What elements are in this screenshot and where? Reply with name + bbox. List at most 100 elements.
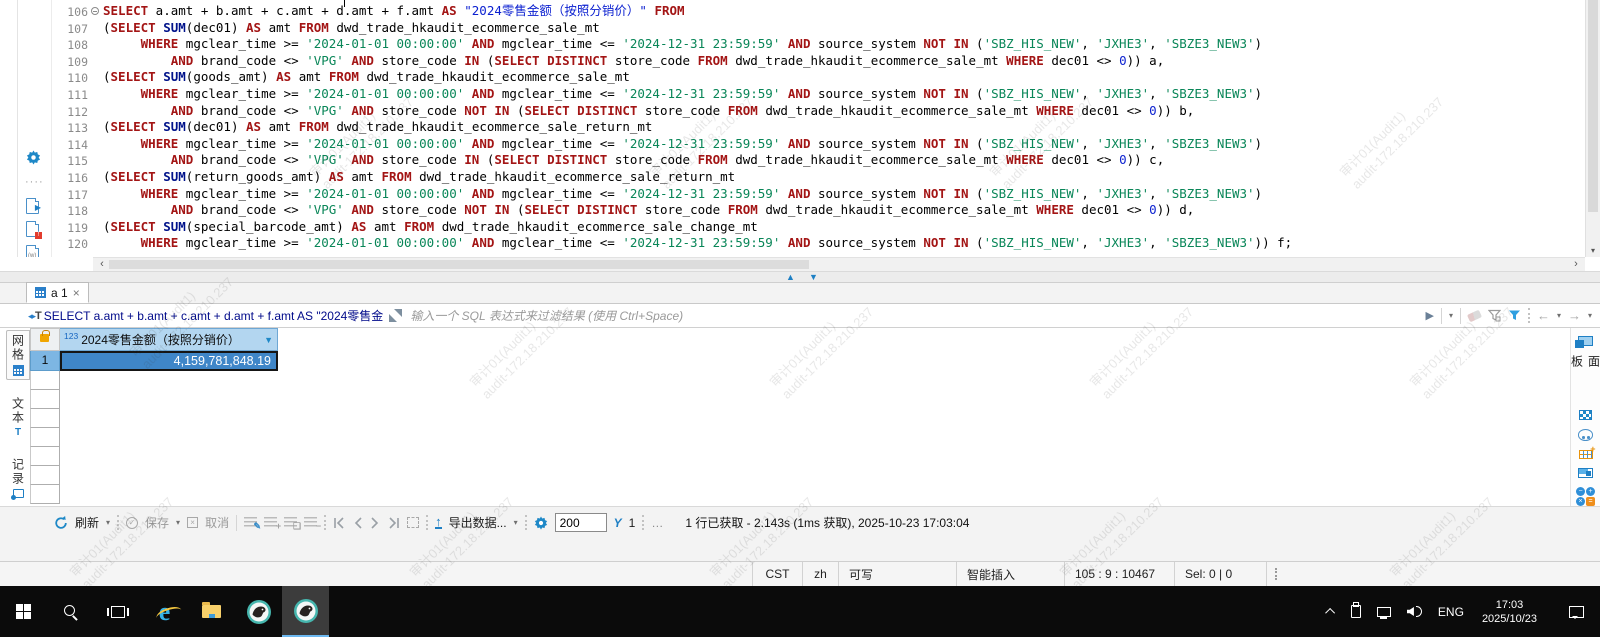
layout-icon[interactable] bbox=[1578, 468, 1593, 478]
column-dropdown-icon[interactable]: ▼ bbox=[264, 335, 273, 345]
usb-tray-button[interactable] bbox=[1345, 586, 1367, 637]
metadata-icon[interactable] bbox=[1578, 429, 1593, 440]
column-header[interactable]: 123 2024零售金额（按照分销价） ▼ bbox=[60, 328, 278, 351]
save-button[interactable]: 保存 bbox=[145, 514, 169, 531]
code-line[interactable]: 110(SELECT SUM(goods_amt) AS amt FROM dw… bbox=[52, 69, 1585, 86]
next-row-icon[interactable] bbox=[370, 517, 380, 529]
code-line[interactable]: 119(SELECT SUM(special_barcode_amt) AS a… bbox=[52, 219, 1585, 236]
editor-horizontal-scrollbar[interactable]: ‹ › bbox=[0, 257, 1600, 271]
back-icon[interactable]: ← bbox=[1537, 308, 1550, 323]
code-line[interactable]: 114 WHERE mgclear_time >= '2024-01-01 00… bbox=[52, 136, 1585, 153]
editor-vertical-scrollbar[interactable]: ▾ bbox=[1585, 0, 1600, 257]
network-tray-button[interactable] bbox=[1371, 586, 1397, 637]
code-line[interactable]: 106SELECT a.amt + b.amt + c.amt + d.amt … bbox=[52, 3, 1585, 20]
editor-gear-icon[interactable] bbox=[26, 150, 41, 165]
fold-margin[interactable] bbox=[88, 3, 103, 20]
drag-handle-dots[interactable]: ···· bbox=[25, 176, 44, 188]
save-dropdown-icon[interactable]: ▾ bbox=[176, 518, 180, 527]
scrollbar-thumb[interactable] bbox=[1588, 0, 1598, 212]
add-row-icon[interactable]: + bbox=[264, 517, 277, 528]
refresh-icon[interactable] bbox=[54, 516, 68, 530]
empty-row[interactable] bbox=[30, 428, 60, 447]
export-data-button[interactable]: 导出数据... bbox=[449, 514, 507, 531]
language-indicator[interactable]: zh bbox=[802, 562, 838, 586]
tab-text-view[interactable]: 文本 T bbox=[6, 394, 30, 441]
code-line[interactable]: 111 WHERE mgclear_time >= '2024-01-01 00… bbox=[52, 86, 1585, 103]
code-line[interactable]: 115 AND brand_code <> 'VPG' AND store_co… bbox=[52, 152, 1585, 169]
start-button[interactable] bbox=[0, 586, 47, 637]
filter-placeholder[interactable]: 输入一个 SQL 表达式来过滤结果 (使用 Ctrl+Space) bbox=[410, 307, 683, 324]
settings-gear-icon[interactable] bbox=[534, 516, 548, 530]
selection-indicator[interactable]: Sel: 0 | 0 bbox=[1174, 562, 1266, 586]
dbeaver-taskbar-button[interactable] bbox=[235, 586, 282, 637]
code-line[interactable]: 113(SELECT SUM(dec01) AS amt FROM dwd_tr… bbox=[52, 119, 1585, 136]
code-area[interactable]: 106SELECT a.amt + b.amt + c.amt + d.amt … bbox=[52, 0, 1585, 257]
value-viewer-icon[interactable] bbox=[1579, 410, 1592, 420]
code-line[interactable]: 108 WHERE mgclear_time >= '2024-01-01 00… bbox=[52, 36, 1585, 53]
empty-row[interactable] bbox=[30, 466, 60, 485]
back-dropdown-icon[interactable]: ▾ bbox=[1557, 311, 1561, 320]
writable-indicator[interactable]: 可写 bbox=[838, 562, 956, 586]
last-row-icon[interactable] bbox=[387, 517, 400, 529]
scrollbar-track[interactable]: ‹ › bbox=[93, 257, 1585, 271]
edit-cell-icon[interactable]: ✎ bbox=[244, 517, 257, 528]
apply-filter-icon[interactable]: ▶ bbox=[1425, 309, 1433, 322]
custom-filter-icon[interactable] bbox=[1508, 309, 1521, 322]
file-explorer-button[interactable] bbox=[188, 586, 235, 637]
dbeaver-taskbar-button-active[interactable] bbox=[282, 586, 329, 637]
aggregate-icon[interactable]: − + × = bbox=[1576, 487, 1595, 506]
task-view-button[interactable] bbox=[94, 586, 141, 637]
scroll-left-arrow[interactable]: ‹ bbox=[95, 258, 109, 271]
empty-row[interactable] bbox=[30, 371, 60, 390]
refresh-dropdown-icon[interactable]: ▾ bbox=[106, 518, 110, 527]
code-line[interactable]: 109 AND brand_code <> 'VPG' AND store_co… bbox=[52, 53, 1585, 70]
cancel-button[interactable]: 取消 bbox=[205, 514, 229, 531]
code-line[interactable]: 117 WHERE mgclear_time >= '2024-01-01 00… bbox=[52, 186, 1585, 203]
scroll-down-arrow[interactable]: ▾ bbox=[1586, 246, 1600, 256]
empty-row[interactable] bbox=[30, 390, 60, 409]
fetch-page-icon[interactable] bbox=[407, 517, 419, 528]
script-output-icon[interactable]: ▶ bbox=[26, 198, 39, 214]
keyboard-language-button[interactable]: ENG bbox=[1432, 586, 1470, 637]
scrollbar-thumb[interactable] bbox=[109, 260, 809, 269]
tray-expand-button[interactable] bbox=[1322, 586, 1341, 637]
empty-row[interactable] bbox=[30, 485, 60, 504]
selected-cell-value[interactable]: 4,159,781,848.19 bbox=[60, 351, 278, 371]
tab-grid-view[interactable]: 网格 bbox=[6, 330, 30, 380]
code-line[interactable]: 112 AND brand_code <> 'VPG' AND store_co… bbox=[52, 103, 1585, 120]
internet-explorer-button[interactable]: e bbox=[141, 586, 188, 637]
fetch-segment-icon[interactable]: Y bbox=[614, 516, 622, 530]
row-header-corner[interactable] bbox=[30, 328, 60, 351]
code-line[interactable]: 107(SELECT SUM(dec01) AS amt FROM dwd_tr… bbox=[52, 20, 1585, 37]
volume-tray-button[interactable] bbox=[1401, 586, 1428, 637]
panels-icon[interactable] bbox=[1578, 336, 1593, 346]
empty-row[interactable] bbox=[30, 447, 60, 466]
scroll-right-arrow[interactable]: › bbox=[1569, 258, 1583, 271]
row-number[interactable]: 1 bbox=[30, 351, 60, 371]
editor-results-sash[interactable]: ▲ ▼ bbox=[0, 271, 1600, 283]
sash-maximize-icon[interactable]: ▲ bbox=[786, 271, 795, 283]
code-line[interactable]: 118 AND brand_code <> 'VPG' AND store_co… bbox=[52, 202, 1585, 219]
tab-record-view[interactable]: 记录 bbox=[6, 455, 30, 501]
forward-dropdown-icon[interactable]: ▾ bbox=[1588, 311, 1592, 320]
action-center-button[interactable] bbox=[1549, 586, 1590, 637]
remove-filter-icon[interactable] bbox=[1488, 309, 1501, 322]
forward-icon[interactable]: → bbox=[1568, 308, 1581, 323]
results-tab-a1[interactable]: a 1 × bbox=[26, 282, 89, 303]
timezone-indicator[interactable]: CST bbox=[752, 562, 802, 586]
search-button[interactable] bbox=[47, 586, 94, 637]
first-row-icon[interactable] bbox=[333, 517, 346, 529]
overflow-ellipsis[interactable]: … bbox=[651, 516, 664, 530]
caret-position-indicator[interactable]: 105 : 9 : 10467 bbox=[1064, 562, 1174, 586]
sash-minimize-icon[interactable]: ▼ bbox=[809, 271, 818, 283]
export-dropdown-icon[interactable]: ▾ bbox=[514, 518, 518, 527]
delete-row-icon[interactable]: − bbox=[304, 517, 317, 528]
clear-filter-icon[interactable] bbox=[1467, 309, 1482, 322]
clock[interactable]: 17:03 2025/10/23 bbox=[1474, 598, 1545, 626]
results-filter-bar[interactable]: ◂▸T SELECT a.amt + b.amt + c.amt + d.amt… bbox=[0, 304, 1600, 328]
expand-filter-icon[interactable] bbox=[389, 309, 402, 322]
filter-query-text[interactable]: SELECT a.amt + b.amt + c.amt + d.amt + f… bbox=[44, 307, 384, 324]
insert-mode-indicator[interactable]: 智能插入 bbox=[956, 562, 1064, 586]
empty-row[interactable] bbox=[30, 409, 60, 428]
calc-grid-icon[interactable] bbox=[1579, 450, 1593, 459]
